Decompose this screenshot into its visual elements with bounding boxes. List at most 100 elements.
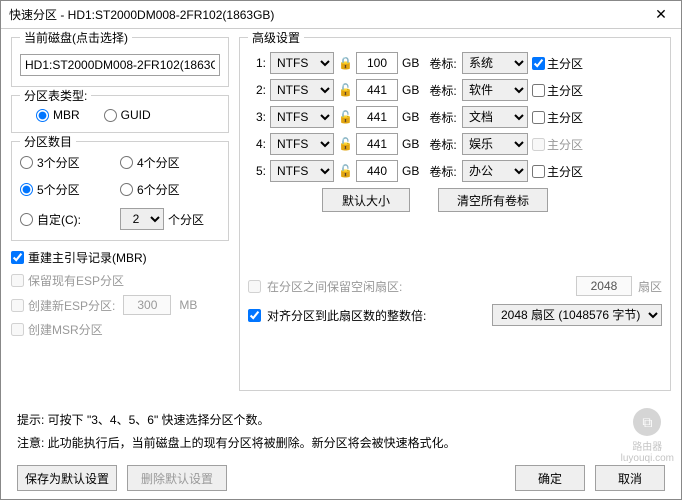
- volume-label-select[interactable]: 系统: [462, 52, 528, 74]
- radio-4-input[interactable]: [120, 156, 133, 169]
- rebuild-mbr-row[interactable]: 重建主引导记录(MBR): [11, 249, 229, 266]
- radio-guid[interactable]: GUID: [104, 108, 151, 122]
- size-input[interactable]: [356, 52, 398, 74]
- gb-label: GB: [402, 137, 424, 151]
- save-default-button[interactable]: 保存为默认设置: [17, 465, 117, 491]
- partition-row-4: 4:NTFS🔓GB卷标:娱乐主分区: [248, 133, 662, 155]
- create-msr-row: 创建MSR分区: [11, 321, 229, 338]
- partition-row-1: 1:NTFS🔒GB卷标:系统主分区: [248, 52, 662, 74]
- partition-count-group: 分区数目 3个分区 4个分区 5个分区 6个分区 自定(C): 2 个分区: [11, 141, 229, 241]
- radio-guid-input[interactable]: [104, 109, 117, 122]
- radio-mbr[interactable]: MBR: [36, 108, 80, 122]
- lock-icon[interactable]: 🔓: [338, 110, 352, 124]
- radio-mbr-input[interactable]: [36, 109, 49, 122]
- partition-row-2: 2: NTFS 🔓 GB 卷标:软件主分区: [248, 79, 662, 101]
- radio-6-input[interactable]: [120, 183, 133, 196]
- label-label: 卷标:: [428, 163, 458, 180]
- primary-checkbox-row: 主分区: [532, 136, 583, 153]
- hint-1: 提示: 可按下 "3、4、5、6" 快速选择分区个数。: [1, 405, 681, 434]
- keep-esp-row: 保留现有ESP分区: [11, 272, 229, 289]
- radio-custom-input[interactable]: [20, 213, 33, 226]
- align-sectors-select[interactable]: 2048 扇区 (1048576 字节): [492, 304, 662, 326]
- primary-checkbox[interactable]: [532, 84, 545, 97]
- right-panel: 高级设置 1:NTFS🔒GB卷标:系统主分区2:NTFS🔓GB卷标:软件主分区3…: [239, 37, 671, 399]
- custom-suffix: 个分区: [168, 211, 204, 228]
- partition-index: 2:: [248, 83, 266, 97]
- volume-label-select[interactable]: 文档: [462, 106, 528, 128]
- size-input[interactable]: [356, 79, 398, 101]
- primary-checkbox: [532, 138, 545, 151]
- mb-label: MB: [179, 298, 197, 312]
- primary-label: 主分区: [547, 163, 583, 180]
- primary-checkbox-row[interactable]: 主分区: [532, 82, 583, 99]
- cancel-button[interactable]: 取消: [595, 465, 665, 491]
- align-sectors-checkbox[interactable]: [248, 309, 261, 322]
- reserve-sectors-label: 在分区之间保留空闲扇区:: [267, 278, 402, 295]
- volume-label-select[interactable]: 办公: [462, 160, 528, 182]
- partition-index: 1:: [248, 56, 266, 70]
- filesystem-select[interactable]: NTFS: [270, 160, 334, 182]
- volume-label-select[interactable]: 娱乐: [462, 133, 528, 155]
- gb-label: GB: [402, 83, 424, 97]
- lock-icon[interactable]: 🔓: [338, 83, 352, 97]
- radio-3-input[interactable]: [20, 156, 33, 169]
- lock-icon[interactable]: 🔒: [338, 56, 352, 70]
- radio-6[interactable]: 6个分区: [120, 181, 180, 198]
- rebuild-mbr-label: 重建主引导记录(MBR): [28, 249, 147, 266]
- size-input[interactable]: [356, 106, 398, 128]
- keep-esp-label: 保留现有ESP分区: [28, 272, 124, 289]
- radio-custom[interactable]: 自定(C):: [20, 211, 81, 228]
- watermark-text1: 路由器: [621, 438, 674, 453]
- table-type-group: 分区表类型: MBR GUID: [11, 95, 229, 133]
- primary-checkbox[interactable]: [532, 165, 545, 178]
- primary-label: 主分区: [547, 55, 583, 72]
- primary-checkbox[interactable]: [532, 57, 545, 70]
- gb-label: GB: [402, 164, 424, 178]
- radio-5-input[interactable]: [20, 183, 33, 196]
- primary-checkbox-row[interactable]: 主分区: [532, 163, 583, 180]
- filesystem-select[interactable]: NTFS: [270, 79, 334, 101]
- create-msr-checkbox: [11, 323, 24, 336]
- size-input[interactable]: [356, 160, 398, 182]
- label-label: 卷标:: [428, 82, 458, 99]
- partition-row-5: 5:NTFS🔓GB卷标:办公主分区: [248, 160, 662, 182]
- radio-guid-label: GUID: [121, 108, 151, 122]
- left-panel: 当前磁盘(点击选择) 分区表类型: MBR GUID 分区数目 3个分区 4个分…: [11, 37, 229, 399]
- esp-size-input: [123, 295, 171, 315]
- hint-2: 注意: 此功能执行后，当前磁盘上的现有分区将被删除。新分区将会被快速格式化。: [1, 434, 681, 457]
- primary-checkbox[interactable]: [532, 111, 545, 124]
- radio-5[interactable]: 5个分区: [20, 181, 80, 198]
- footer: 保存为默认设置 删除默认设置 确定 取消: [1, 457, 681, 499]
- watermark-text2: luyouqi.com: [621, 453, 674, 464]
- default-size-button[interactable]: 默认大小: [322, 188, 410, 212]
- rebuild-mbr-checkbox[interactable]: [11, 251, 24, 264]
- titlebar: 快速分区 - HD1:ST2000DM008-2FR102(1863GB) ✕: [1, 1, 681, 29]
- close-icon[interactable]: ✕: [641, 6, 681, 23]
- partition-row-3: 3:NTFS🔓GB卷标:文档主分区: [248, 106, 662, 128]
- partition-count-legend: 分区数目: [20, 133, 76, 150]
- clear-labels-button[interactable]: 清空所有卷标: [438, 188, 548, 212]
- advanced-settings-group: 高级设置 1:NTFS🔒GB卷标:系统主分区2:NTFS🔓GB卷标:软件主分区3…: [239, 37, 671, 391]
- reserve-sectors-checkbox: [248, 280, 261, 293]
- lock-icon[interactable]: 🔓: [338, 137, 352, 151]
- radio-3[interactable]: 3个分区: [20, 154, 80, 171]
- sector-unit-1: 扇区: [638, 278, 662, 295]
- lock-icon[interactable]: 🔓: [338, 164, 352, 178]
- partition-index: 4:: [248, 137, 266, 151]
- filesystem-select[interactable]: NTFS: [270, 106, 334, 128]
- primary-checkbox-row[interactable]: 主分区: [532, 55, 583, 72]
- create-esp-label: 创建新ESP分区:: [28, 297, 115, 314]
- table-type-legend: 分区表类型:: [20, 87, 91, 104]
- filesystem-select[interactable]: NTFS: [270, 133, 334, 155]
- align-sectors-row[interactable]: 对齐分区到此扇区数的整数倍: 2048 扇区 (1048576 字节): [248, 304, 662, 326]
- primary-checkbox-row[interactable]: 主分区: [532, 109, 583, 126]
- custom-count-select[interactable]: 2: [120, 208, 164, 230]
- advanced-settings-legend: 高级设置: [248, 29, 304, 46]
- volume-label-select[interactable]: 软件: [462, 79, 528, 101]
- ok-button[interactable]: 确定: [515, 465, 585, 491]
- size-input[interactable]: [356, 133, 398, 155]
- filesystem-select[interactable]: NTFS: [270, 52, 334, 74]
- radio-4[interactable]: 4个分区: [120, 154, 180, 171]
- current-disk-input[interactable]: [20, 54, 220, 76]
- radio-mbr-label: MBR: [53, 108, 80, 122]
